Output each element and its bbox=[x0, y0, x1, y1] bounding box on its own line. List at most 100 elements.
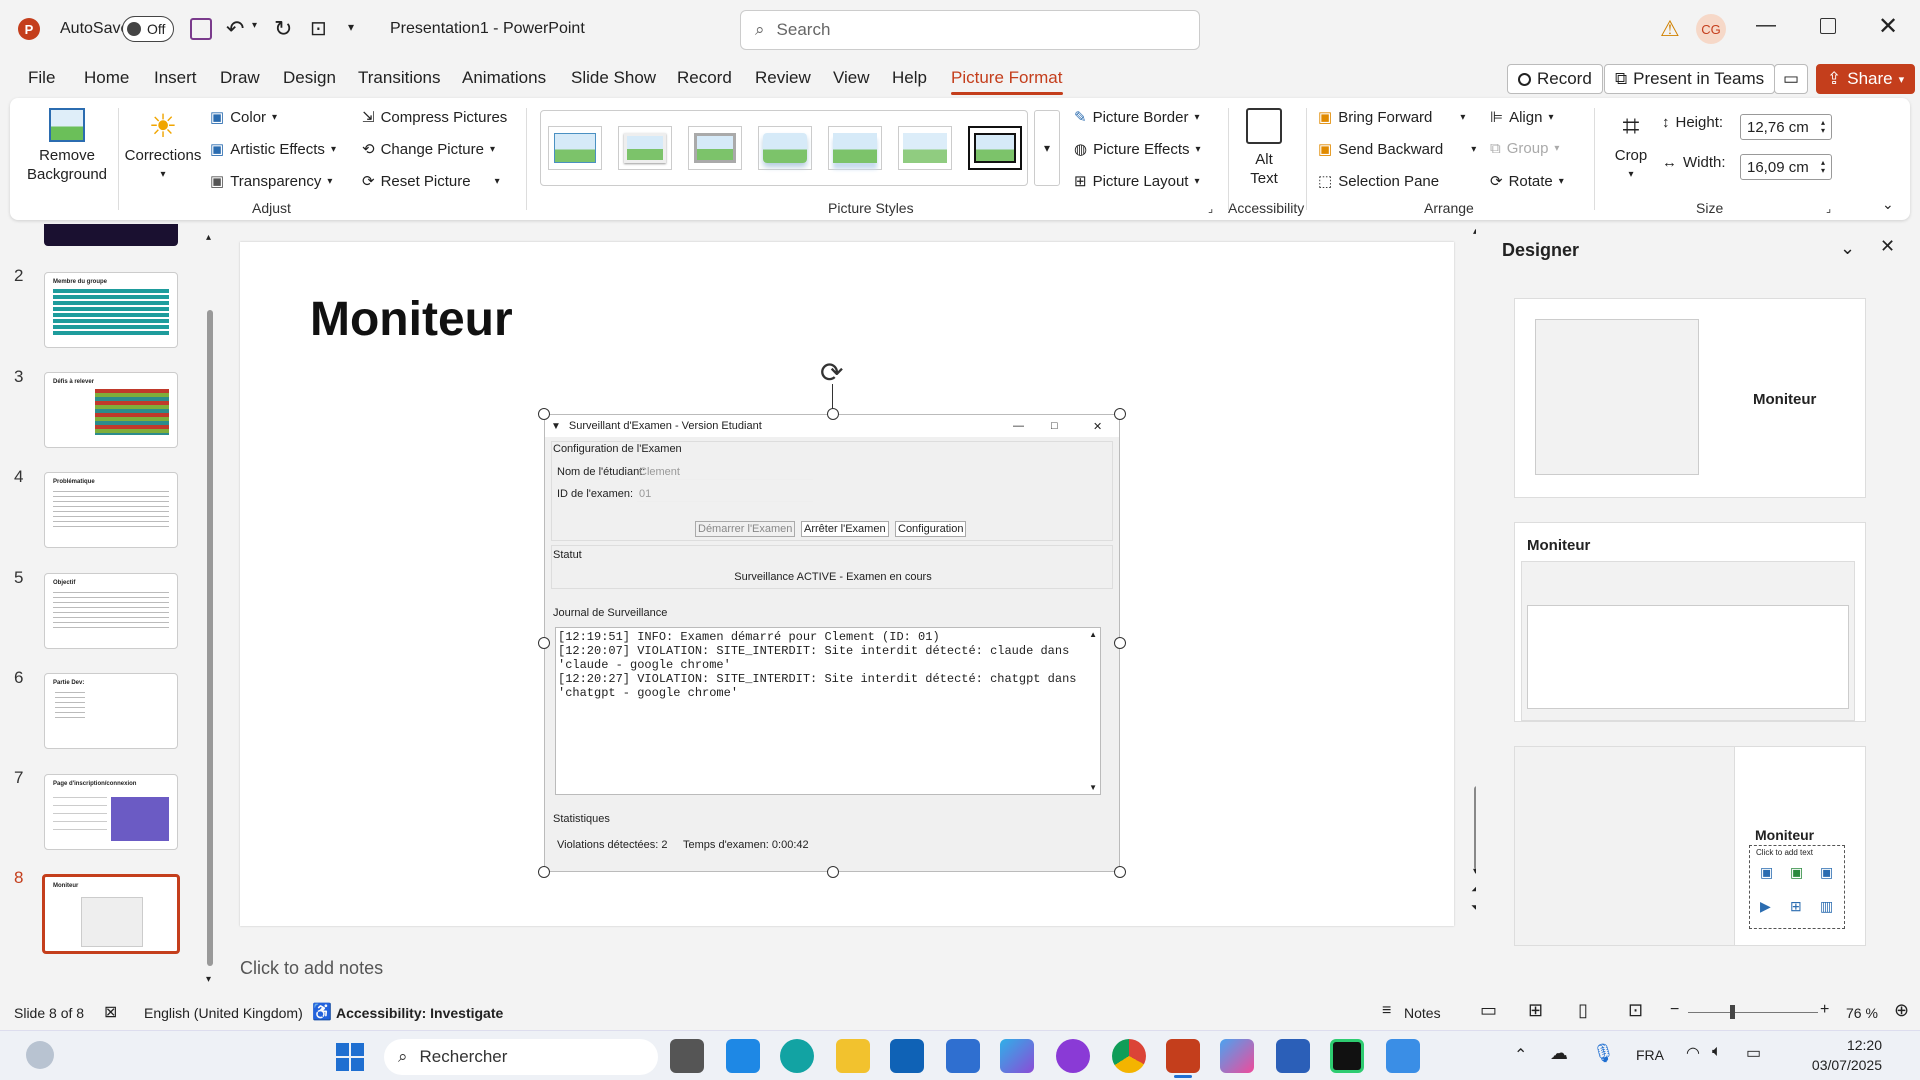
resize-handle[interactable] bbox=[1114, 637, 1126, 649]
collapse-ribbon-icon[interactable]: ⌄ bbox=[1882, 196, 1894, 213]
m365-icon[interactable] bbox=[1000, 1039, 1034, 1073]
wifi-icon[interactable]: ◠ bbox=[1686, 1043, 1700, 1063]
scroll-thumb[interactable] bbox=[207, 310, 213, 966]
record-button[interactable]: Record bbox=[1507, 64, 1603, 94]
picture-style-4[interactable] bbox=[758, 126, 812, 170]
taskbar-search[interactable]: ⌕ Rechercher bbox=[384, 1039, 658, 1075]
onedrive-icon[interactable]: ☁ bbox=[1550, 1043, 1568, 1064]
height-input[interactable]: 12,76 cm ▴ ▾ bbox=[1740, 114, 1832, 140]
picture-border-button[interactable]: ✎ Picture Border ▾ bbox=[1074, 108, 1199, 127]
picture-style-3[interactable] bbox=[688, 126, 742, 170]
gallery-more-icon[interactable]: ▾ bbox=[1034, 110, 1060, 186]
start-button[interactable] bbox=[336, 1043, 364, 1071]
picture-layout-button[interactable]: ⊞ Picture Layout ▾ bbox=[1074, 172, 1200, 191]
avatar[interactable]: CG bbox=[1696, 14, 1726, 44]
save-icon[interactable] bbox=[190, 18, 212, 40]
file-explorer-icon[interactable] bbox=[836, 1039, 870, 1073]
tab-home[interactable]: Home bbox=[84, 68, 129, 88]
slide-thumbnail[interactable]: Défis à relever bbox=[44, 372, 178, 448]
powerpoint-taskbar-icon[interactable] bbox=[1166, 1039, 1200, 1073]
width-input[interactable]: 16,09 cm ▴ ▾ bbox=[1740, 154, 1832, 180]
snipping-tool-icon[interactable] bbox=[1386, 1039, 1420, 1073]
autosave-toggle[interactable]: Off bbox=[122, 16, 174, 42]
spellcheck-icon[interactable]: ⊠ bbox=[104, 1002, 117, 1022]
change-picture-button[interactable]: ⟲ Change Picture ▾ bbox=[362, 140, 495, 159]
store-icon[interactable] bbox=[946, 1039, 980, 1073]
close-icon[interactable]: ✕ bbox=[1880, 236, 1895, 257]
maximize-icon[interactable] bbox=[1820, 18, 1836, 34]
tab-record[interactable]: Record bbox=[677, 68, 732, 88]
task-view-icon[interactable] bbox=[670, 1039, 704, 1073]
microphone-icon[interactable]: 🎙︎ bbox=[1592, 1043, 1615, 1064]
slideshow-icon[interactable]: ⊡ bbox=[1628, 1000, 1643, 1021]
accessibility-icon[interactable]: ♿ bbox=[312, 1002, 332, 1022]
chevron-down-icon[interactable]: ▾ bbox=[252, 20, 257, 31]
resize-handle[interactable] bbox=[827, 408, 839, 420]
slide-thumbnail[interactable]: Membre du groupe bbox=[44, 272, 178, 348]
resize-handle[interactable] bbox=[538, 408, 550, 420]
picture-style-7[interactable] bbox=[968, 126, 1022, 170]
resize-handle[interactable] bbox=[538, 637, 550, 649]
chrome-icon[interactable] bbox=[1112, 1039, 1146, 1073]
customize-toolbar-icon[interactable]: ▾ bbox=[348, 20, 354, 34]
notes-placeholder[interactable]: Click to add notes bbox=[240, 958, 383, 979]
volume-icon[interactable]: 🔈︎ bbox=[1712, 1043, 1722, 1061]
word-icon[interactable] bbox=[1276, 1039, 1310, 1073]
notes-button[interactable]: Notes bbox=[1404, 1005, 1441, 1021]
tab-slide-show[interactable]: Slide Show bbox=[571, 68, 656, 88]
send-backward-button[interactable]: ▣ Send Backward ▾ bbox=[1318, 140, 1476, 159]
spinner-icon[interactable]: ▴ ▾ bbox=[1821, 159, 1825, 175]
clock-date[interactable]: 03/07/2025 bbox=[1790, 1057, 1882, 1073]
reset-picture-button[interactable]: ⟳ Reset Picture ▾ bbox=[362, 172, 500, 191]
crop-button[interactable]: ⌗ Crop ▾ bbox=[1604, 108, 1658, 184]
reading-view-icon[interactable]: ▯ bbox=[1578, 1000, 1588, 1021]
undo-icon[interactable]: ↶ bbox=[226, 16, 244, 42]
vscode-icon[interactable] bbox=[726, 1039, 760, 1073]
tab-picture-format[interactable]: Picture Format bbox=[951, 68, 1062, 88]
normal-view-icon[interactable]: ▭ bbox=[1480, 1000, 1497, 1021]
picture-style-6[interactable] bbox=[898, 126, 952, 170]
paint-icon[interactable] bbox=[1220, 1039, 1254, 1073]
thumbnail-scrollbar[interactable]: ▴ bbox=[206, 232, 214, 972]
battery-icon[interactable]: ▭ bbox=[1746, 1043, 1761, 1063]
picture-style-2[interactable] bbox=[618, 126, 672, 170]
comments-button[interactable]: ▭ bbox=[1774, 64, 1808, 94]
resize-handle[interactable] bbox=[827, 866, 839, 878]
present-from-start-icon[interactable]: ⊡ bbox=[310, 16, 327, 41]
picture-style-1[interactable] bbox=[548, 126, 602, 170]
tab-file[interactable]: File bbox=[28, 68, 55, 88]
align-button[interactable]: ⊫ Align ▾ bbox=[1490, 108, 1553, 127]
pycharm-icon[interactable] bbox=[1330, 1039, 1364, 1073]
tab-review[interactable]: Review bbox=[755, 68, 811, 88]
zoom-out-icon[interactable]: − bbox=[1670, 1001, 1679, 1019]
chevron-up-icon[interactable]: ⌃ bbox=[1514, 1045, 1527, 1065]
scroll-up-icon[interactable]: ▴ bbox=[206, 232, 211, 243]
redo-icon[interactable]: ↻ bbox=[274, 16, 292, 42]
firefox-icon[interactable] bbox=[1056, 1039, 1090, 1073]
dialog-launcher-icon[interactable]: ⌟ bbox=[1208, 202, 1213, 215]
close-icon[interactable]: ✕ bbox=[1878, 12, 1898, 41]
warning-icon[interactable]: ⚠ bbox=[1660, 16, 1680, 42]
corrections-button[interactable]: ☀ Corrections ▾ bbox=[124, 106, 202, 184]
dialog-launcher-icon[interactable]: ⌟ bbox=[1826, 202, 1831, 215]
tab-transitions[interactable]: Transitions bbox=[358, 68, 441, 88]
present-in-teams-button[interactable]: ⧉ Present in Teams bbox=[1604, 64, 1776, 94]
resize-handle[interactable] bbox=[1114, 408, 1126, 420]
zoom-slider[interactable] bbox=[1688, 1005, 1818, 1019]
resize-handle[interactable] bbox=[538, 866, 550, 878]
design-idea-card[interactable]: Moniteur bbox=[1514, 522, 1866, 722]
picture-style-5[interactable] bbox=[828, 126, 882, 170]
tab-help[interactable]: Help bbox=[892, 68, 927, 88]
edge-icon[interactable] bbox=[780, 1039, 814, 1073]
input-language[interactable]: FRA bbox=[1636, 1047, 1664, 1063]
design-idea-card[interactable]: Moniteur Click to add text ▣ ▣ ▣ ▶ ⊞ ▥ bbox=[1514, 746, 1866, 946]
tab-animations[interactable]: Animations bbox=[462, 68, 546, 88]
bring-forward-button[interactable]: ▣ Bring Forward ▾ bbox=[1318, 108, 1465, 127]
slide-thumbnail[interactable]: Objectif bbox=[44, 573, 178, 649]
tab-insert[interactable]: Insert bbox=[154, 68, 197, 88]
thumbnail-partial[interactable] bbox=[44, 224, 178, 246]
slide-sorter-icon[interactable]: ⊞ bbox=[1528, 1000, 1543, 1021]
slide-title[interactable]: Moniteur bbox=[310, 292, 513, 347]
language-indicator[interactable]: English (United Kingdom) bbox=[144, 1005, 303, 1021]
fit-slide-icon[interactable]: ⊕ bbox=[1894, 1000, 1909, 1021]
